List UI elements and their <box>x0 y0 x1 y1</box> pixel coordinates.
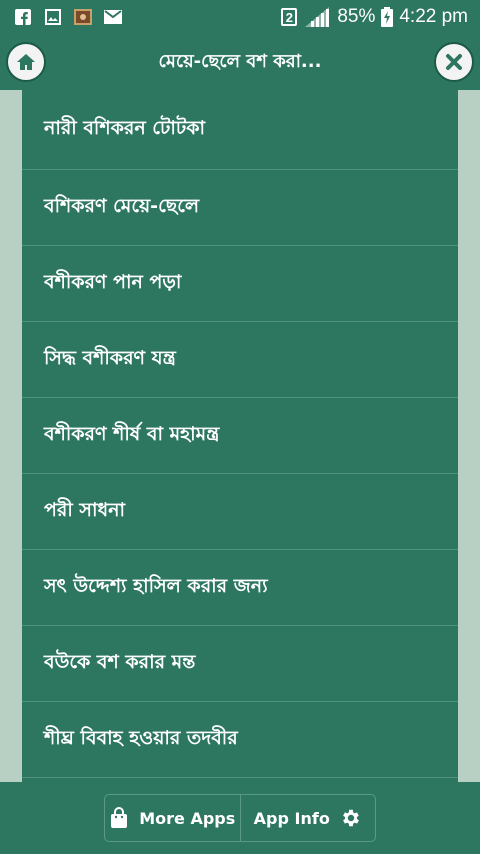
battery-icon <box>381 7 394 27</box>
status-bar: 2 85% 4:22 pm <box>0 0 480 34</box>
list-item-label: সৎ উদ্দেশ্য হাসিল করার জন্য <box>44 574 268 597</box>
app-info-label: App Info <box>253 808 330 828</box>
bottom-button-group: More Apps App Info <box>104 794 376 842</box>
more-apps-button[interactable]: More Apps <box>105 795 240 841</box>
list-item-label: বশীকরণ শীর্ষ বা মহামন্ত্র <box>44 422 220 445</box>
list-item[interactable]: নারী বশিকরন টোটকা <box>22 90 458 170</box>
close-button[interactable] <box>434 42 474 82</box>
shopping-bag-icon <box>111 807 128 828</box>
list-item-label: নারী বশিকরন টোটকা <box>44 116 206 139</box>
list-item[interactable]: সৎ উদ্দেশ্য হাসিল করার জন্য <box>22 550 458 626</box>
page-title: মেয়ে-ছেলে বশ করা... <box>158 50 322 72</box>
list-item[interactable]: বউকে বশ করার মন্ত <box>22 626 458 702</box>
photo-app-icon <box>74 9 92 25</box>
facebook-icon <box>14 9 32 25</box>
signal-icon <box>303 7 331 27</box>
mail-icon <box>104 9 122 25</box>
home-icon <box>17 54 35 70</box>
more-apps-label: More Apps <box>139 808 236 828</box>
right-margin <box>458 90 480 782</box>
app-info-button[interactable]: App Info <box>239 795 376 841</box>
list-item-label: শীঘ্র বিবাহ হওয়ার তদবীর <box>44 726 238 749</box>
list-item-label: বশিকরণ মেয়ে-ছেলে <box>44 194 200 217</box>
close-icon <box>446 54 462 70</box>
left-margin <box>0 90 22 782</box>
gallery-icon <box>44 9 62 25</box>
clock: 4:22 pm <box>399 6 468 27</box>
battery-percent: 85% <box>337 6 376 27</box>
gear-icon <box>342 809 359 827</box>
home-button[interactable] <box>6 42 46 82</box>
sim-indicator: 2 <box>281 8 298 26</box>
list-item-label: সিদ্ধ বশীকরণ যন্ত্র <box>44 346 176 369</box>
list-item-label: পরী সাধনা <box>44 498 125 521</box>
list-item[interactable]: বশিকরণ মেয়ে-ছেলে <box>22 170 458 246</box>
list-item[interactable]: সিদ্ধ বশীকরণ যন্ত্র <box>22 322 458 398</box>
article-list[interactable]: নারী বশিকরন টোটকা বশিকরণ মেয়ে-ছেলে বশীক… <box>22 90 458 782</box>
list-item[interactable]: শীঘ্র বিবাহ হওয়ার তদবীর <box>22 702 458 778</box>
app-bar: মেয়ে-ছেলে বশ করা... <box>0 34 480 90</box>
list-item-label: বউকে বশ করার মন্ত <box>44 650 196 673</box>
list-item[interactable]: পরী সাধনা <box>22 474 458 550</box>
list-item[interactable]: বশীকরণ শীর্ষ বা মহামন্ত্র <box>22 398 458 474</box>
bottom-bar: More Apps App Info <box>0 782 480 854</box>
list-item[interactable]: বশীকরণ পান পড়া <box>22 246 458 322</box>
list-item-label: বশীকরণ পান পড়া <box>44 270 182 293</box>
